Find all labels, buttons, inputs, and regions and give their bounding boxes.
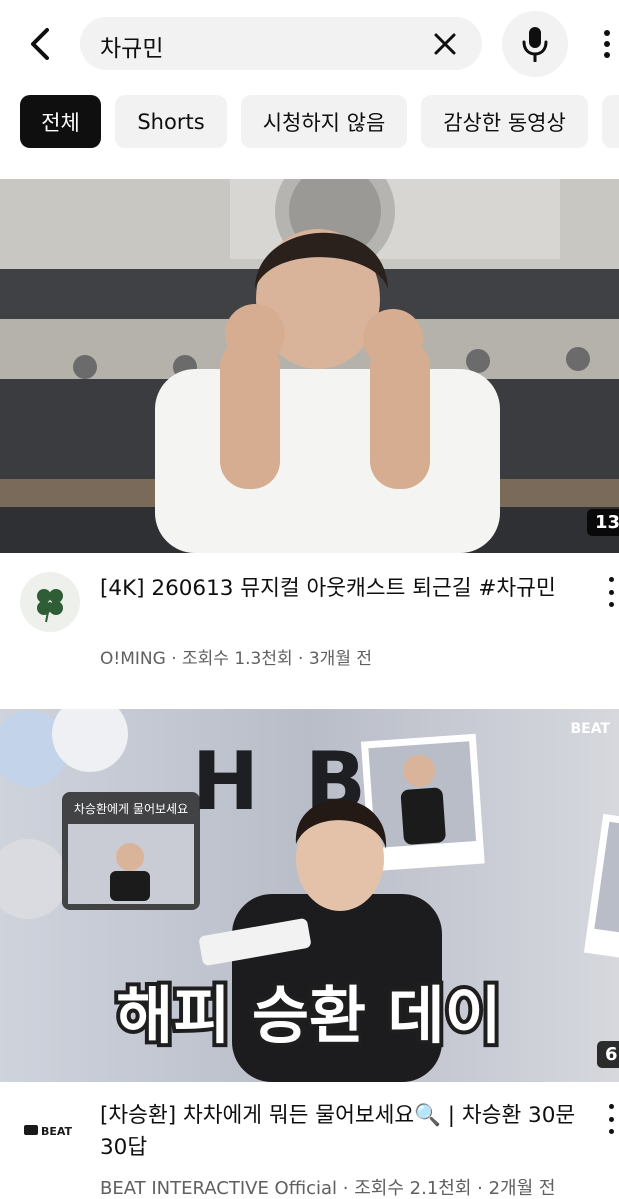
channel-name[interactable]: BEAT INTERACTIVE Official — [100, 1178, 337, 1199]
separator: · — [298, 649, 309, 669]
channel-avatar[interactable] — [20, 572, 80, 632]
video-subtitle: BEAT INTERACTIVE Official · 조회수 2.1천회 · … — [100, 1174, 555, 1199]
top-search-bar: 차규민 — [0, 0, 619, 86]
view-count: 조회수 2.1천회 — [354, 1178, 472, 1199]
video-duration: 6: — [597, 1041, 619, 1068]
video-info-row: [4K] 260613 뮤지컬 아웃캐스트 퇴근길 #차규민 O!MING · … — [0, 567, 619, 677]
search-input[interactable]: 차규민 — [80, 17, 482, 70]
video-subtitle: O!MING · 조회수 1.3천회 · 3개월 전 — [100, 644, 372, 669]
voice-search-button[interactable] — [502, 11, 568, 77]
upload-age: 3개월 전 — [308, 649, 372, 669]
separator: · — [477, 1178, 489, 1199]
svg-text:BEAT: BEAT — [41, 1125, 73, 1138]
video-thumbnail[interactable]: H B 차승환에게 물어보세요 BEAT 해피 승환 데이 6: — [0, 709, 619, 1082]
menu-dot-icon — [608, 602, 614, 607]
clover-icon — [20, 572, 80, 632]
more-options-button[interactable] — [596, 24, 618, 64]
video-duration: 13: — [587, 509, 619, 536]
more-vertical-icon — [604, 30, 610, 58]
menu-dot-icon — [608, 589, 614, 595]
search-query-text: 차규민 — [100, 36, 164, 62]
video-menu-button[interactable] — [604, 577, 618, 607]
beat-logo-icon: BEAT — [20, 1100, 80, 1160]
chip-shorts[interactable]: Shorts — [115, 95, 227, 148]
chip-all[interactable]: 전체 — [20, 95, 101, 148]
channel-name[interactable]: O!MING — [100, 649, 166, 669]
clear-search-button[interactable] — [430, 29, 460, 59]
video-thumbnail[interactable]: 13: — [0, 179, 619, 553]
thumb-caption-text: 해피 승환 데이 — [116, 979, 501, 1052]
video-title[interactable]: [4K] 260613 뮤지컬 아웃캐스트 퇴근길 #차규민 — [100, 573, 590, 605]
microphone-icon — [522, 27, 548, 62]
video-menu-button[interactable] — [604, 1104, 618, 1134]
channel-avatar[interactable]: BEAT — [20, 1100, 80, 1160]
thumb-popup-text: 차승환에게 물어보세요 — [74, 802, 188, 816]
separator: · — [342, 1178, 355, 1199]
thumbnail-image-1 — [0, 179, 619, 553]
menu-dot-icon — [608, 577, 614, 582]
upload-age: 2개월 전 — [488, 1178, 556, 1199]
menu-dot-icon — [608, 1116, 614, 1122]
balloon-letter-h: H — [192, 735, 259, 828]
separator: · — [171, 649, 182, 669]
menu-dot-icon — [608, 1129, 614, 1134]
close-icon — [434, 33, 456, 55]
back-button[interactable] — [22, 24, 56, 64]
video-title[interactable]: [차승환] 차차에게 뭐든 물어보세요🔍 | 차승환 30문 30답 — [100, 1100, 590, 1164]
view-count: 조회수 1.3천회 — [182, 649, 293, 669]
chip-unwatched[interactable]: 시청하지 않음 — [241, 95, 407, 148]
chip-watched[interactable]: 감상한 동영상 — [421, 95, 588, 148]
chip-more[interactable] — [602, 95, 619, 148]
thumb-brand-text: BEAT — [570, 721, 610, 737]
filter-chips: 전체 Shorts 시청하지 않음 감상한 동영상 — [0, 95, 619, 149]
menu-dot-icon — [608, 1104, 614, 1109]
back-arrow-icon — [31, 28, 49, 60]
video-info-row: BEAT [차승환] 차차에게 뭐든 물어보세요🔍 | 차승환 30문 30답 … — [0, 1096, 619, 1199]
thumbnail-image-2: H B 차승환에게 물어보세요 BEAT 해피 승환 데이 — [0, 709, 619, 1082]
